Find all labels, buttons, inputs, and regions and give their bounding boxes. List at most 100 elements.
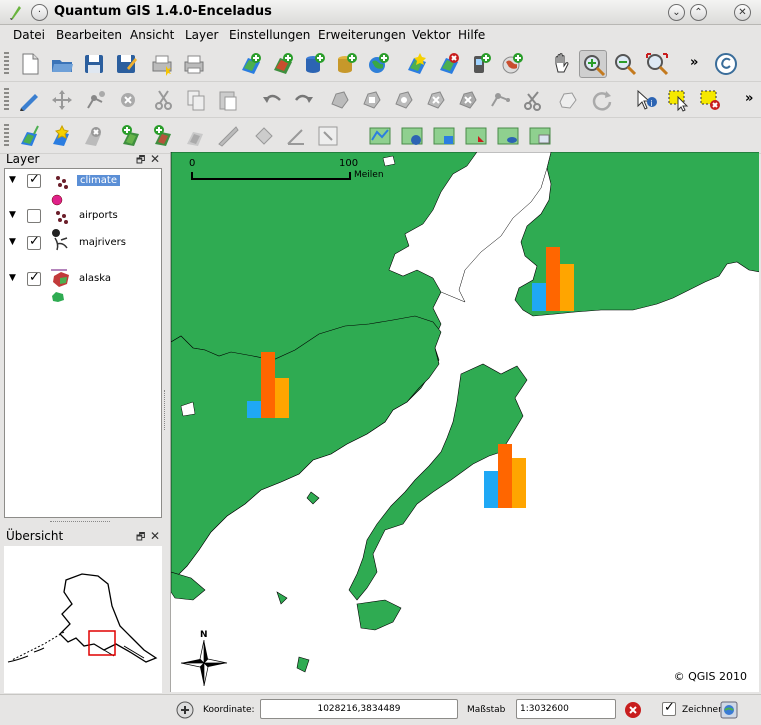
zoom-in-button[interactable] (579, 50, 607, 78)
copyright-label-button[interactable] (712, 50, 740, 78)
menu-layer[interactable]: Layer (185, 28, 218, 42)
print-button[interactable] (180, 50, 208, 78)
add-ring-button[interactable] (358, 86, 386, 114)
node-tool-button[interactable] (82, 86, 110, 114)
scale-field[interactable]: 1:3032600 (516, 699, 616, 719)
add-layer-raster-button[interactable] (150, 122, 178, 150)
plugin-grid-button[interactable] (430, 122, 458, 150)
layer-item-majrivers[interactable]: ▼ ✓ majrivers (5, 234, 161, 254)
reshape-features-button[interactable] (486, 86, 514, 114)
layer-visibility-checkbox[interactable] (27, 209, 41, 223)
merge-features-button[interactable] (554, 86, 582, 114)
split-features-button[interactable] (520, 86, 548, 114)
undo-button[interactable] (258, 86, 286, 114)
plugin-info-button[interactable] (398, 122, 426, 150)
add-layer-green-button[interactable] (118, 122, 146, 150)
add-island-button[interactable] (390, 86, 418, 114)
menu-vektor[interactable]: Vektor (412, 28, 451, 42)
overview-panel-float-button[interactable]: 🗗 (136, 530, 145, 547)
redo-button[interactable] (290, 86, 318, 114)
expand-arrow-icon[interactable]: ▼ (9, 175, 16, 185)
zoom-out-button[interactable] (611, 50, 639, 78)
open-project-button[interactable] (48, 50, 76, 78)
measure-tool-button[interactable] (214, 122, 242, 150)
overview-panel-close-button[interactable]: ✕ (150, 529, 160, 543)
plugin-georeferencer-button[interactable] (366, 122, 394, 150)
toggle-extents-icon[interactable] (176, 701, 194, 722)
new-vector-layer-button[interactable] (402, 50, 430, 78)
panel-splitter[interactable] (50, 521, 110, 523)
layer-visibility-checkbox[interactable]: ✓ (27, 172, 41, 188)
remove-layer-button[interactable] (434, 50, 462, 78)
delete-selected-button[interactable] (114, 86, 142, 114)
stop-render-button[interactable] (624, 701, 642, 722)
window-menu-button[interactable]: · (31, 4, 48, 21)
toolbar2-overflow-button[interactable]: » (745, 91, 753, 106)
toolbar-grip[interactable] (4, 52, 9, 76)
simplify-feature-button[interactable] (326, 86, 354, 114)
close-button[interactable]: ✕ (734, 4, 751, 21)
add-postgis-layer-button[interactable] (300, 50, 328, 78)
add-gps-layer-button[interactable] (466, 50, 494, 78)
move-feature-button[interactable] (48, 86, 76, 114)
zoom-full-button[interactable] (643, 50, 671, 78)
plugin-export-button[interactable] (462, 122, 490, 150)
expand-arrow-icon[interactable]: ▼ (9, 237, 16, 247)
layers-panel-close-button[interactable]: ✕ (150, 152, 160, 166)
print-composer-button[interactable] (148, 50, 176, 78)
add-wms-layer-button[interactable] (364, 50, 392, 78)
measure-angle-button[interactable] (282, 122, 310, 150)
expand-arrow-icon[interactable]: ▼ (9, 210, 16, 220)
identify-features-button[interactable]: i (632, 86, 660, 114)
toolbar-grip[interactable] (4, 88, 9, 112)
add-vector-layer-button[interactable] (236, 50, 264, 78)
pan-tool-button[interactable] (548, 50, 576, 78)
minimize-button[interactable]: ⌄ (668, 4, 685, 21)
layer-item-alaska[interactable]: ▼ ✓ alaska (5, 270, 161, 290)
map-canvas[interactable]: 0 100 Meilen N © QGIS 2010 (170, 152, 759, 692)
add-spatialite-layer-button[interactable] (332, 50, 360, 78)
menu-einstellungen[interactable]: Einstellungen (229, 28, 310, 42)
save-project-button[interactable] (80, 50, 108, 78)
cut-features-button[interactable] (150, 86, 178, 114)
layer-visibility-checkbox[interactable]: ✓ (27, 270, 41, 286)
render-checkbox[interactable]: ✓ (662, 700, 676, 716)
new-bookmark-button[interactable] (48, 122, 76, 150)
toolbar-grip[interactable] (4, 124, 9, 148)
add-wfs-layer-button[interactable] (498, 50, 526, 78)
menu-ansicht[interactable]: Ansicht (130, 28, 174, 42)
paste-features-button[interactable] (214, 86, 242, 114)
expand-arrow-icon[interactable]: ▼ (9, 273, 16, 283)
layer-list[interactable]: ▼ ✓ climate ▼ airports ▼ ✓ majrivers ▼ ✓… (4, 168, 162, 518)
show-all-layers-button[interactable] (16, 122, 44, 150)
measure-area-button[interactable] (250, 122, 278, 150)
rotate-point-symbols-button[interactable] (588, 86, 616, 114)
add-raster-layer-button[interactable] (268, 50, 296, 78)
dock-splitter[interactable] (164, 390, 166, 430)
layer-item-airports[interactable]: ▼ airports (5, 207, 161, 227)
menu-erweiterungen[interactable]: Erweiterungen (318, 28, 406, 42)
map-tips-button[interactable] (314, 122, 342, 150)
layer-visibility-checkbox[interactable]: ✓ (27, 234, 41, 250)
copy-features-button[interactable] (182, 86, 210, 114)
toolbar1-overflow-button[interactable]: » (690, 55, 698, 70)
layer-item-climate[interactable]: ▼ ✓ climate (5, 172, 161, 192)
save-as-button[interactable] (112, 50, 140, 78)
deselect-features-button[interactable] (696, 86, 724, 114)
plugin-database-button[interactable] (494, 122, 522, 150)
overview-map[interactable] (4, 546, 162, 693)
remove-layer-grey-button[interactable] (182, 122, 210, 150)
plugin-table-button[interactable] (526, 122, 554, 150)
hide-all-layers-button[interactable] (80, 122, 108, 150)
projection-icon[interactable] (720, 701, 738, 722)
delete-ring-button[interactable] (422, 86, 450, 114)
maximize-button[interactable]: ⌃ (690, 4, 707, 21)
delete-part-button[interactable] (454, 86, 482, 114)
menu-datei[interactable]: Datei (13, 28, 45, 42)
menu-bearbeiten[interactable]: Bearbeiten (56, 28, 122, 42)
new-project-button[interactable] (16, 50, 44, 78)
select-features-button[interactable] (664, 86, 692, 114)
toggle-editing-button[interactable] (16, 86, 44, 114)
coordinate-field[interactable]: 1028216,3834489 (260, 699, 458, 719)
menu-hilfe[interactable]: Hilfe (458, 28, 485, 42)
